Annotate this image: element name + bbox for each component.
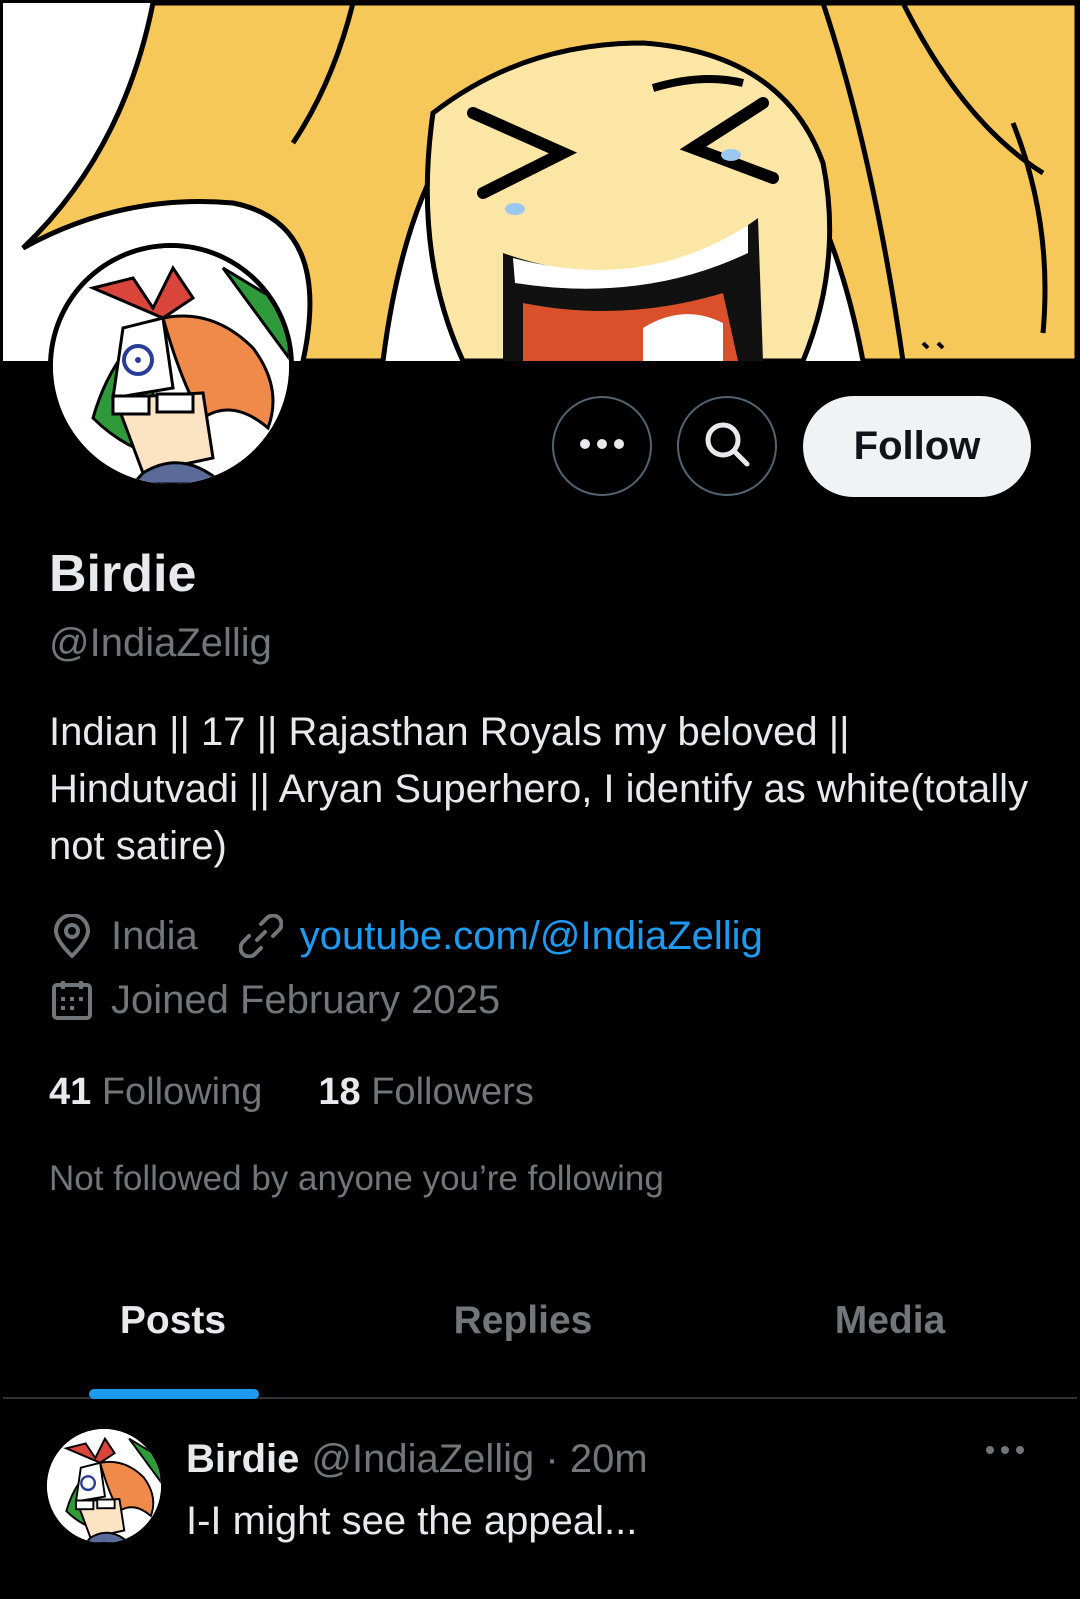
link-icon <box>238 913 284 959</box>
follow-button[interactable]: Follow <box>803 396 1031 497</box>
more-horizontal-icon <box>985 1442 1025 1460</box>
search-profile-button[interactable] <box>677 396 777 496</box>
mutual-followers-note: Not followed by anyone you’re following <box>49 1159 664 1198</box>
tab-replies[interactable]: Replies <box>343 1269 703 1397</box>
profile-website-link[interactable]: youtube.com/@IndiaZellig <box>300 914 763 959</box>
following-label: Following <box>101 1071 263 1113</box>
display-name: Birdie <box>49 545 197 603</box>
followers-link[interactable]: 18 Followers <box>318 1071 533 1114</box>
post-text: I-I might see the appeal... <box>186 1499 638 1543</box>
location-icon <box>49 913 95 959</box>
more-options-button[interactable] <box>552 396 652 496</box>
profile-joined-row: Joined February 2025 <box>49 977 500 1023</box>
profile-handle: @IndiaZellig <box>49 621 272 665</box>
followers-label: Followers <box>371 1071 534 1113</box>
profile-page: Follow Birdie @IndiaZellig Indian || 17 … <box>3 3 1077 1596</box>
post-author-avatar[interactable] <box>47 1429 161 1543</box>
post-author-name[interactable]: Birdie <box>186 1437 299 1481</box>
following-count: 41 <box>49 1071 92 1113</box>
post-separator: · <box>545 1437 559 1481</box>
profile-avatar[interactable] <box>48 243 294 489</box>
following-link[interactable]: 41 Following <box>49 1071 262 1114</box>
search-icon <box>703 420 751 473</box>
more-horizontal-icon <box>579 437 625 455</box>
active-tab-indicator <box>89 1389 259 1399</box>
post-more-button[interactable] <box>975 1431 1035 1471</box>
tab-posts-label: Posts <box>119 1299 227 1342</box>
followers-count: 18 <box>318 1071 361 1113</box>
profile-tabs: Posts Replies Media <box>3 1269 1077 1399</box>
profile-joined-date: Joined February 2025 <box>111 977 501 1022</box>
post-author-handle[interactable]: @IndiaZellig <box>311 1437 534 1481</box>
profile-meta-row: India youtube.com/@IndiaZellig <box>49 913 763 959</box>
tab-media[interactable]: Media <box>703 1269 1077 1397</box>
post-item[interactable]: Birdie @IndiaZellig · 20m I-I might see t… <box>3 1401 1077 1596</box>
post-timestamp[interactable]: 20m <box>570 1437 648 1481</box>
profile-stats: 41 Following 18 Followers <box>49 1071 534 1114</box>
post-header: Birdie @IndiaZellig · 20m <box>186 1437 648 1482</box>
calendar-icon <box>49 977 95 1023</box>
tab-replies-label: Replies <box>453 1299 593 1342</box>
tab-posts[interactable]: Posts <box>3 1269 343 1399</box>
profile-bio: Indian || 17 || Rajasthan Royals my belo… <box>49 710 1029 868</box>
tab-media-label: Media <box>834 1299 946 1342</box>
profile-location: India <box>111 913 198 958</box>
